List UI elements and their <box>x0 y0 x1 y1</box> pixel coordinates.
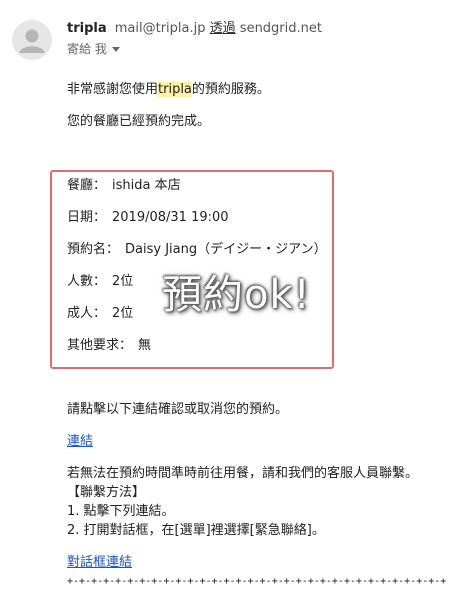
people-label: 人數： <box>67 274 107 289</box>
other-label: 其他要求： <box>67 338 133 353</box>
date-value: 2019/08/31 19:00 <box>112 210 229 225</box>
name-label: 預約名： <box>67 242 120 257</box>
adults-label: 成人： <box>67 306 107 321</box>
name-field: 預約名： Daisy Jiang（デイジー・ジアン） <box>67 242 327 258</box>
via-label[interactable]: 透過 <box>210 21 236 36</box>
greeting-suffix: 的預約服務。 <box>191 82 270 97</box>
via-domain: sendgrid.net <box>239 21 322 36</box>
other-value: 無 <box>138 338 152 353</box>
highlighted-brand: tripla <box>158 82 192 97</box>
sender-name[interactable]: tripla <box>67 21 107 36</box>
people-field: 人數： 2位 <box>67 274 133 290</box>
chevron-down-icon[interactable] <box>111 47 120 52</box>
sender-avatar[interactable] <box>12 20 52 60</box>
people-value: 2位 <box>112 274 134 289</box>
completion-text: 您的餐廳已經預約完成。 <box>67 114 211 129</box>
contact-step-2: 2. 打開對話框，在[選單]裡選擇[緊急聯絡]。 <box>67 523 325 538</box>
other-field: 其他要求： 無 <box>67 338 151 354</box>
chat-window-link[interactable]: 對話框連結 <box>67 555 132 571</box>
adults-value: 2位 <box>112 306 134 321</box>
reservation-ok-stamp: 預約ok! <box>162 272 311 318</box>
sender-email[interactable]: mail@tripla.jp <box>115 21 206 36</box>
divider-line: +-+-+-+-+-+-+-+-+-+-+-+-+-+-+-+-+-+-+-+-… <box>67 576 447 587</box>
recipient-dropdown[interactable]: 寄給 我 <box>67 41 120 57</box>
instruction-text: 請點擊以下連結確認或取消您的預約。 <box>67 402 289 417</box>
contact-method-heading: 【聯繫方法】 <box>67 485 146 500</box>
greeting-prefix: 非常感謝您使用 <box>67 82 159 97</box>
date-field: 日期： 2019/08/31 19:00 <box>67 210 229 226</box>
sender-line: tripla mail@tripla.jp 透過 sendgrid.net <box>67 21 322 37</box>
person-icon <box>19 29 45 53</box>
restaurant-field: 餐廳： ishida 本店 <box>67 178 181 194</box>
greeting-text: 非常感謝您使用tripla的預約服務。 <box>67 82 270 98</box>
adults-field: 成人： 2位 <box>67 306 133 322</box>
contact-step-1: 1. 點擊下列連結。 <box>67 504 175 519</box>
contact-text: 若無法在預約時間準時前往用餐，請和我們的客服人員聯繫。 <box>67 466 419 481</box>
restaurant-value: ishida 本店 <box>112 178 181 193</box>
restaurant-label: 餐廳： <box>67 178 107 193</box>
date-label: 日期： <box>67 210 107 225</box>
recipient-label: 寄給 我 <box>67 42 107 56</box>
name-value: Daisy Jiang（デイジー・ジアン） <box>125 242 327 257</box>
manage-booking-link[interactable]: 連結 <box>67 434 93 450</box>
